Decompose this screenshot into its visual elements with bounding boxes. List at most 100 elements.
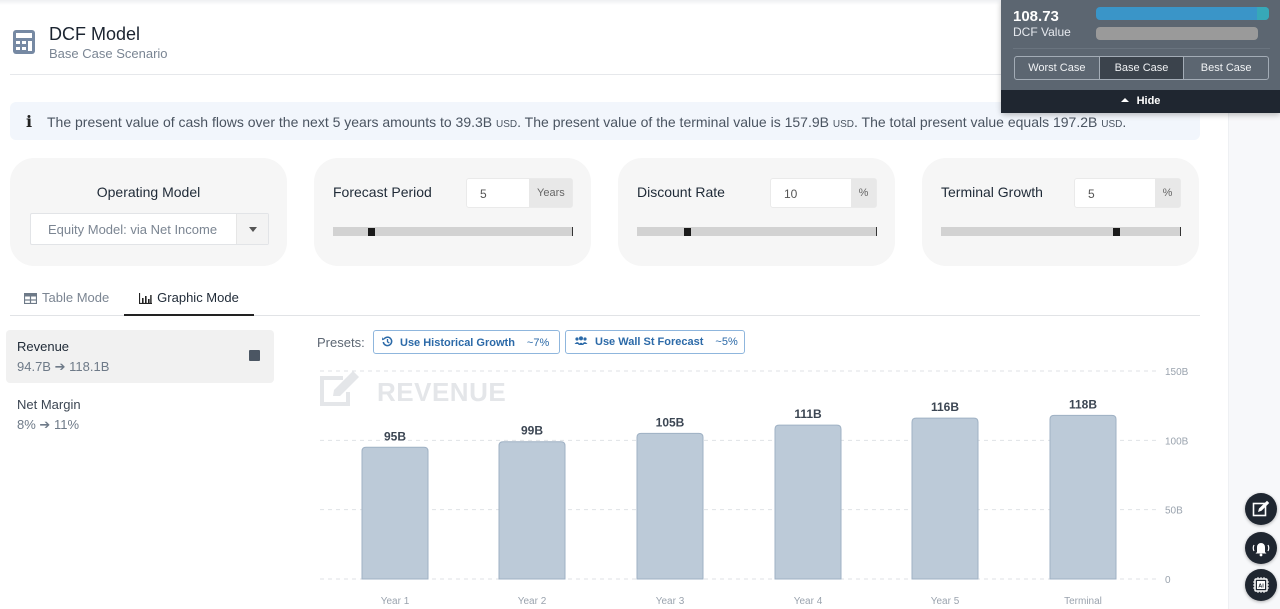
terminal-growth-card: Terminal Growth 5 % (922, 158, 1199, 266)
slider-thumb[interactable] (683, 228, 691, 236)
terminal-growth-slider[interactable] (941, 227, 1181, 236)
metric-name: Net Margin (17, 397, 81, 412)
mode-tabs: Table Mode Graphic Mode (10, 282, 1200, 316)
edit-note-button[interactable] (1245, 493, 1277, 525)
arrow-right-icon: ➔ (39, 417, 51, 432)
y-tick-label: 150B (1165, 367, 1189, 378)
preset-label: Use Historical Growth (400, 337, 515, 349)
presets-label: Presets: (317, 335, 365, 350)
dcf-value-panel: 108.73 DCF Value Worst Case Base Case Be… (1001, 0, 1280, 113)
bar-value-label: 99B (521, 424, 543, 438)
currency-label: USD (832, 119, 854, 130)
bar (498, 441, 566, 580)
metric-item-net-margin[interactable]: Net Margin 8% ➔ 11% (6, 388, 274, 441)
use-historical-growth-button[interactable]: Use Historical Growth ~7% (373, 330, 560, 354)
bar-value-label: 116B (931, 400, 959, 414)
ai-assistant-button[interactable]: AI (1245, 569, 1277, 601)
bar (774, 424, 842, 580)
forecast-period-slider[interactable] (333, 227, 573, 236)
currency-label: USD (1101, 119, 1123, 130)
use-wall-st-forecast-button[interactable]: Use Wall St Forecast ~5% (565, 330, 745, 354)
x-tick-label: Year 1 (381, 596, 410, 607)
metric-item-revenue[interactable]: Revenue 94.7B ➔ 118.1B (6, 330, 274, 383)
forecast-period-label: Forecast Period (333, 184, 432, 200)
metric-range: 94.7B ➔ 118.1B (17, 359, 109, 375)
caret-down-icon (249, 227, 257, 232)
info-icon: i (26, 112, 33, 131)
table-icon (24, 293, 37, 304)
terminal-growth-input[interactable]: 5 % (1074, 178, 1181, 208)
page-title: DCF Model (49, 24, 141, 44)
discount-rate-value: 10 (784, 187, 798, 201)
selected-indicator (249, 350, 260, 361)
chart-canvas: 0 50B 100B 150B 95B Year 1 99B Year 2 105B Year 3… (320, 367, 1189, 607)
bar (1049, 414, 1117, 580)
dcf-bar-tip (1257, 7, 1269, 20)
terminal-growth-unit: % (1155, 179, 1180, 207)
metric-to: 118.1B (69, 359, 110, 374)
slider-thumb[interactable] (1113, 228, 1121, 236)
operating-model-card: Operating Model Equity Model: via Net In… (10, 158, 287, 266)
bar (636, 432, 704, 580)
terminal-growth-label: Terminal Growth (941, 184, 1043, 200)
tab-graphic-label: Graphic Mode (157, 290, 239, 305)
edit-icon (1252, 500, 1270, 517)
operating-model-value: Equity Model: via Net Income (48, 222, 218, 237)
discount-rate-input[interactable]: 10 % (770, 178, 877, 208)
y-tick-label: 50B (1165, 506, 1183, 517)
metric-from: 8% (17, 417, 36, 432)
price-bar (1096, 27, 1258, 40)
info-text-part: . The present value of the terminal valu… (517, 114, 833, 130)
calculator-icon (13, 30, 35, 54)
tab-table-mode[interactable]: Table Mode (24, 282, 109, 316)
discount-rate-label: Discount Rate (637, 184, 725, 200)
operating-model-select[interactable]: Equity Model: via Net Income (30, 213, 269, 245)
metric-from: 94.7B (17, 359, 51, 374)
worst-case-button[interactable]: Worst Case (1015, 57, 1100, 79)
currency-label: USD (496, 119, 518, 130)
bar-value-label: 95B (384, 429, 406, 443)
divider (1013, 48, 1270, 49)
hide-panel-button[interactable]: Hide (1001, 90, 1280, 113)
dcf-value: 108.73 (1013, 8, 1059, 25)
hide-label: Hide (1136, 95, 1161, 107)
preset-value: ~5% (715, 336, 738, 348)
alerts-button[interactable] (1245, 532, 1277, 564)
metric-to: 11% (53, 417, 80, 432)
x-tick-label: Terminal (1064, 596, 1102, 607)
tab-table-label: Table Mode (42, 290, 110, 305)
users-icon (574, 336, 588, 345)
info-text-part: . The total present value equals 197.2B (854, 114, 1102, 130)
dropdown-button[interactable] (236, 214, 268, 244)
page-subtitle: Base Case Scenario (49, 46, 168, 61)
ai-chip-icon: AI (1253, 577, 1269, 593)
tab-graphic-mode[interactable]: Graphic Mode (124, 282, 254, 316)
operating-model-label: Operating Model (96, 184, 201, 200)
dcf-value-label: DCF Value (1013, 25, 1071, 39)
bar-value-label: 111B (794, 407, 822, 421)
forecast-period-value: 5 (480, 187, 487, 201)
base-case-button[interactable]: Base Case (1099, 57, 1185, 79)
slider-thumb[interactable] (367, 228, 375, 236)
discount-rate-slider[interactable] (637, 227, 877, 236)
bell-icon (1252, 543, 1270, 557)
best-case-button[interactable]: Best Case (1184, 57, 1268, 79)
forecast-period-input[interactable]: 5 Years (466, 178, 573, 208)
x-tick-label: Year 5 (931, 596, 960, 607)
history-icon (382, 336, 393, 347)
scenario-selector: Worst Case Base Case Best Case (1014, 56, 1269, 80)
bar (361, 446, 429, 580)
x-tick-label: Year 4 (794, 596, 823, 607)
svg-text:AI: AI (1258, 584, 1264, 590)
bar-value-label: 105B (656, 415, 685, 429)
x-tick-label: Year 2 (518, 596, 547, 607)
info-text-part: . (1122, 114, 1127, 130)
forecast-period-card: Forecast Period 5 Years (314, 158, 591, 266)
discount-rate-card: Discount Rate 10 % (618, 158, 895, 266)
forecast-period-unit: Years (529, 179, 572, 207)
bar (911, 417, 979, 580)
discount-rate-unit: % (851, 179, 876, 207)
dcf-value-bar (1096, 7, 1269, 20)
preset-label: Use Wall St Forecast (595, 336, 704, 348)
caret-up-icon (1120, 98, 1129, 102)
